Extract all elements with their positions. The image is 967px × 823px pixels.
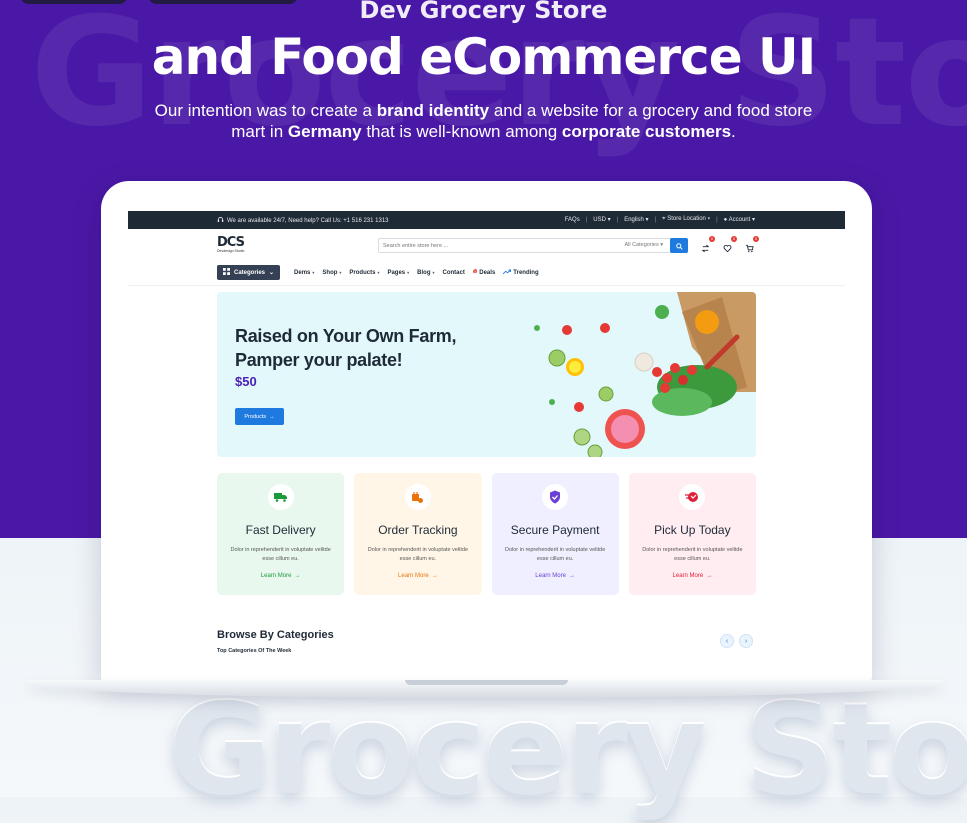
nav-item-products[interactable]: Products ▾ <box>349 270 379 276</box>
chevron-down-icon: ⌄ <box>269 270 275 276</box>
site-logo[interactable]: DCS Devdesign Studio <box>217 236 253 256</box>
currency-select[interactable]: USD ▾ <box>593 216 610 223</box>
carousel-prev-button[interactable]: ‹ <box>720 634 734 648</box>
truck-icon <box>267 484 294 510</box>
feature-title: Pick Up Today <box>654 523 731 537</box>
carousel-next-button[interactable]: › <box>739 634 753 648</box>
user-icon: ● <box>723 217 728 223</box>
top-bar: We are available 24/7, Need help? Call U… <box>128 211 845 229</box>
chevron-down-icon: ▾ <box>707 216 711 222</box>
tracking-icon <box>404 484 431 510</box>
feature-title: Secure Payment <box>510 523 600 537</box>
banner-heading: Raised on Your Own Farm, Pamper your pala… <box>235 326 457 370</box>
shield-check-icon <box>542 484 569 510</box>
feature-description: Dolor in reprehenderit in voluptate veli… <box>642 547 743 562</box>
nav-item-blog[interactable]: Blog ▾ <box>417 270 434 276</box>
account-menu[interactable]: ● Account ▾ <box>724 216 755 223</box>
feature-title: Fast Delivery <box>245 523 316 537</box>
banner-price: $50 <box>235 374 257 389</box>
learn-more-link[interactable]: Learn More → <box>217 573 344 579</box>
laptop-notch <box>405 680 568 685</box>
nav-item-trending[interactable]: Trending <box>502 269 539 277</box>
chevron-down-icon: ▾ <box>645 217 649 223</box>
chevron-down-icon: ▾ <box>751 217 755 223</box>
cart-badge: 0 <box>753 236 759 242</box>
search-button[interactable] <box>670 238 688 253</box>
nav-item-shop[interactable]: Shop ▾ <box>322 270 341 276</box>
support-text: We are available 24/7, Need help? Call U… <box>227 217 389 224</box>
feature-description: Dolor in reprehenderit in voluptate veli… <box>230 547 331 562</box>
search-bar: All Categories ▾ <box>378 238 688 253</box>
main-nav: Categories ⌄ Dems ▾ Shop ▾ Products ▾ Pages… <box>217 265 539 280</box>
compare-badge: 0 <box>709 236 715 242</box>
cart-button[interactable]: 0 <box>745 236 759 253</box>
hero-subtitle: Dev Grocery Store <box>359 0 608 24</box>
flame-icon: 🔥︎ <box>472 269 478 275</box>
products-button[interactable]: Products → <box>235 408 284 425</box>
feature-card-order-tracking: Order Tracking Dolor in reprehenderit in… <box>354 473 482 595</box>
feature-description: Dolor in reprehenderit in voluptate veli… <box>504 547 606 562</box>
vegetables-image <box>534 292 756 457</box>
learn-more-link[interactable]: Learn More → <box>492 573 619 579</box>
browse-categories-title: Browse By Categories <box>217 629 334 641</box>
header-icons: 0 0 0 <box>701 236 759 253</box>
wishlist-button[interactable]: 0 <box>723 236 737 253</box>
compare-button[interactable]: 0 <box>701 236 715 253</box>
carousel-controls: ‹ › <box>720 634 753 648</box>
grid-icon <box>223 268 230 277</box>
arrow-right-icon: → <box>706 573 713 579</box>
search-icon <box>675 237 683 255</box>
feature-card-secure-payment: Secure Payment Dolor in reprehenderit in… <box>491 473 619 595</box>
nav-item-pages[interactable]: Pages ▾ <box>387 270 409 276</box>
learn-more-link[interactable]: Learn More → <box>629 573 756 579</box>
map-pin-icon: ⌖ <box>662 216 666 222</box>
learn-more-link[interactable]: Learn More → <box>354 573 481 579</box>
categories-button[interactable]: Categories ⌄ <box>217 265 281 280</box>
chevron-down-icon: ▾ <box>607 217 611 223</box>
logo-tagline: Devdesign Studio <box>217 249 245 253</box>
faqs-link[interactable]: FAQs <box>565 217 580 223</box>
arrow-right-icon: → <box>431 573 438 579</box>
compare-icon <box>701 240 710 257</box>
feature-description: Dolor in reprehenderit in voluptate veli… <box>367 547 469 562</box>
feature-title: Order Tracking <box>378 523 458 537</box>
browse-categories-subtitle: Top Categories Of The Week <box>217 648 292 654</box>
search-category-select[interactable]: All Categories ▾ <box>624 242 663 248</box>
laptop-screen: We are available 24/7, Need help? Call U… <box>128 211 845 660</box>
hero-title: and Food eCommerce UI <box>151 28 816 86</box>
arrow-right-icon: → <box>568 573 575 579</box>
hero-description: Our intention was to create a brand iden… <box>154 101 813 141</box>
search-input[interactable] <box>383 240 613 251</box>
wishlist-badge: 0 <box>731 236 737 242</box>
nav-item-deals[interactable]: 🔥︎ Deals <box>473 269 495 276</box>
logo-mark: DCS <box>217 235 245 250</box>
chevron-left-icon: ‹ <box>725 637 729 645</box>
feature-card-fast-delivery: Fast Delivery Dolor in reprehenderit in … <box>217 473 345 595</box>
feature-cards: Fast Delivery Dolor in reprehenderit in … <box>217 473 756 595</box>
chevron-right-icon: › <box>744 637 748 645</box>
headset-icon <box>217 216 224 225</box>
nav-item-contact[interactable]: Contact <box>443 270 465 276</box>
cart-icon <box>745 240 754 257</box>
language-select[interactable]: English ▾ <box>624 216 648 223</box>
bottom-watermark-text: Grocery Sto <box>168 676 967 823</box>
pickup-icon <box>679 484 706 510</box>
arrow-right-icon: → <box>294 573 301 579</box>
header-divider <box>128 285 845 286</box>
store-location-select[interactable]: ⌖ Store Location ▾ <box>662 216 710 223</box>
feature-card-pick-up-today: Pick Up Today Dolor in reprehenderit in … <box>628 473 756 595</box>
hero-banner: Raised on Your Own Farm, Pamper your pala… <box>217 292 756 457</box>
nav-item-dems[interactable]: Dems ▾ <box>294 270 314 276</box>
heart-icon <box>723 240 732 257</box>
arrow-right-icon: → <box>269 413 275 420</box>
trending-icon <box>502 269 512 277</box>
